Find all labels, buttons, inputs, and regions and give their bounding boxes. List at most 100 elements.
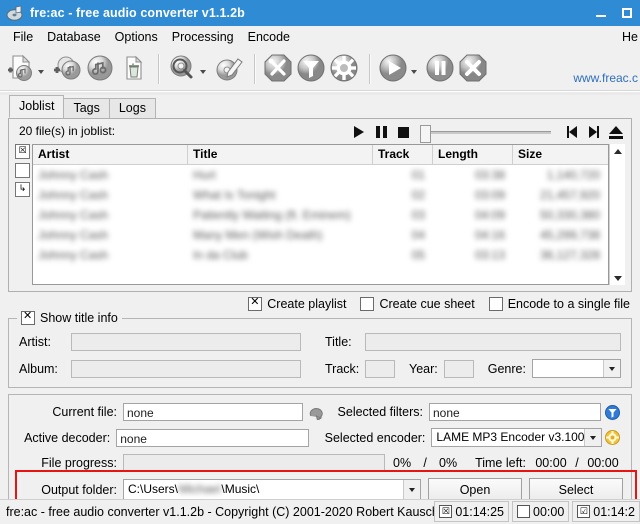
- time-left-file: 00:00: [535, 455, 567, 470]
- tab-tags[interactable]: Tags: [63, 98, 110, 118]
- menu-encode[interactable]: Encode: [241, 28, 297, 46]
- title-field[interactable]: [365, 333, 621, 351]
- playback-play-button[interactable]: [348, 122, 370, 142]
- gear-icon[interactable]: [602, 430, 623, 445]
- playback-stop-button[interactable]: [392, 122, 414, 142]
- status-selected-time-value: 00:00: [533, 504, 565, 519]
- add-cd-track-button[interactable]: [52, 53, 82, 86]
- refresh-arrow-icon[interactable]: [303, 405, 329, 420]
- joblist-scrollbar[interactable]: [609, 144, 625, 285]
- cddb-manage-button[interactable]: [214, 53, 244, 86]
- stop-icon: [397, 126, 409, 138]
- minimize-icon: [596, 15, 606, 17]
- show-title-info-checkbox[interactable]: Show title info: [17, 310, 122, 325]
- minimize-button[interactable]: [588, 0, 614, 26]
- general-settings-button[interactable]: [263, 53, 293, 86]
- freac-website-link[interactable]: www.freac.c: [573, 71, 638, 85]
- open-button[interactable]: Open: [428, 478, 522, 501]
- filters-icon[interactable]: [601, 404, 623, 420]
- stop-encoding-button[interactable]: [458, 53, 488, 86]
- add-audio-button[interactable]: [85, 53, 115, 86]
- toolbar-separator: [254, 54, 256, 84]
- output-folder-dropdown-button[interactable]: [403, 480, 420, 499]
- filters-button[interactable]: [296, 53, 326, 86]
- menu-database[interactable]: Database: [40, 28, 108, 46]
- create-cue-sheet-checkbox[interactable]: Create cue sheet: [360, 297, 475, 311]
- show-title-info-label: Show title info: [40, 311, 118, 325]
- menu-file[interactable]: File: [6, 28, 40, 46]
- scroll-up-button[interactable]: [610, 144, 625, 158]
- column-header-title[interactable]: Title: [188, 145, 373, 164]
- cell-title: What Is Tonight: [193, 188, 276, 202]
- select-button[interactable]: Select: [529, 478, 623, 501]
- column-header-artist[interactable]: Artist: [33, 145, 188, 164]
- chevron-down-icon[interactable]: [200, 70, 206, 74]
- chevron-down-icon[interactable]: [411, 70, 417, 74]
- start-encoding-button[interactable]: [378, 53, 422, 86]
- cell-length: 03:09: [474, 188, 505, 202]
- remove-file-button[interactable]: [118, 53, 148, 86]
- table-row[interactable]: Johnny Cash Many Men (Wish Death) 04 04:…: [33, 225, 608, 245]
- genre-label: Genre:: [487, 361, 526, 376]
- table-row[interactable]: Johnny Cash In da Club 05 03:13 36,127,3…: [33, 245, 608, 265]
- artist-field[interactable]: [71, 333, 301, 351]
- playback-previous-button[interactable]: [561, 122, 583, 142]
- genre-dropdown-button[interactable]: [603, 360, 620, 377]
- menu-help[interactable]: He: [615, 28, 640, 46]
- column-header-size[interactable]: Size: [513, 145, 608, 164]
- encode-single-file-checkbox[interactable]: Encode to a single file: [488, 297, 630, 311]
- invert-selection-toggle[interactable]: ↳: [15, 182, 30, 197]
- cddb-query-button[interactable]: [167, 53, 211, 86]
- tab-logs[interactable]: Logs: [108, 98, 156, 118]
- slider-thumb[interactable]: [420, 125, 431, 143]
- playback-next-button[interactable]: [583, 122, 605, 142]
- album-field[interactable]: [71, 359, 301, 378]
- maximize-button[interactable]: [614, 0, 640, 26]
- scroll-down-button[interactable]: [610, 271, 625, 285]
- pause-encoding-button[interactable]: [425, 53, 455, 86]
- album-track-row: Album: Track: Year: Genre:: [19, 359, 621, 378]
- eject-icon: [609, 125, 623, 139]
- track-field[interactable]: [365, 359, 395, 378]
- output-folder-combobox[interactable]: C:\Users\ Michael \Music\: [123, 479, 421, 500]
- menu-options[interactable]: Options: [108, 28, 165, 46]
- checkbox-box: [360, 297, 375, 311]
- year-field[interactable]: [443, 359, 474, 378]
- title-info-group: Show title info Artist: Title: Album: Tr…: [8, 310, 632, 388]
- active-decoder-row: Active decoder: none Selected encoder: L…: [17, 428, 623, 447]
- column-header-track[interactable]: Track: [373, 145, 433, 164]
- table-row[interactable]: Johnny Cash What Is Tonight 02 03:09 21,…: [33, 185, 608, 205]
- create-playlist-checkbox[interactable]: Create playlist: [248, 296, 347, 311]
- create-playlist-label: Create playlist: [267, 297, 347, 311]
- menu-processing[interactable]: Processing: [165, 28, 241, 46]
- playback-position-slider[interactable]: [420, 125, 555, 143]
- current-file-row: Current file: none Selected filters: non…: [17, 403, 623, 421]
- chevron-down-icon[interactable]: [38, 70, 44, 74]
- encode-single-file-label: Encode to a single file: [507, 297, 630, 311]
- playback-eject-button[interactable]: [605, 122, 627, 142]
- genre-combobox[interactable]: [531, 359, 621, 378]
- selected-filters-label: Selected filters:: [337, 405, 423, 419]
- cell-length: 03:38: [474, 168, 505, 182]
- output-folder-suffix: \Music\: [221, 482, 260, 496]
- cell-track: 03: [411, 208, 425, 222]
- checkbox-box: [21, 310, 35, 325]
- table-row[interactable]: Johnny Cash Patiently Waiting (ft. Emine…: [33, 205, 608, 225]
- add-file-button[interactable]: [5, 53, 49, 86]
- window-controls: [588, 0, 640, 26]
- select-all-toggle[interactable]: ☒: [15, 144, 30, 159]
- encoder-dropdown-button[interactable]: [584, 429, 602, 446]
- pause-icon: [425, 53, 455, 86]
- time-left-total: 00:00: [587, 455, 619, 470]
- select-none-toggle[interactable]: [15, 163, 30, 178]
- table-row[interactable]: Johnny Cash Hurt 01 03:38 1,140,720: [33, 165, 608, 185]
- stop-x-icon: [458, 53, 488, 86]
- column-header-length[interactable]: Length: [433, 145, 513, 164]
- checkbox-box: [488, 297, 503, 311]
- playback-pause-button[interactable]: [370, 122, 392, 142]
- tab-joblist[interactable]: Joblist: [9, 95, 65, 118]
- pause-icon: [375, 126, 387, 138]
- selected-encoder-combobox[interactable]: LAME MP3 Encoder v3.100: [431, 428, 603, 447]
- joblist-table: Artist Title Track Length Size Johnny Ca…: [32, 144, 609, 285]
- encoder-settings-button[interactable]: [329, 53, 359, 86]
